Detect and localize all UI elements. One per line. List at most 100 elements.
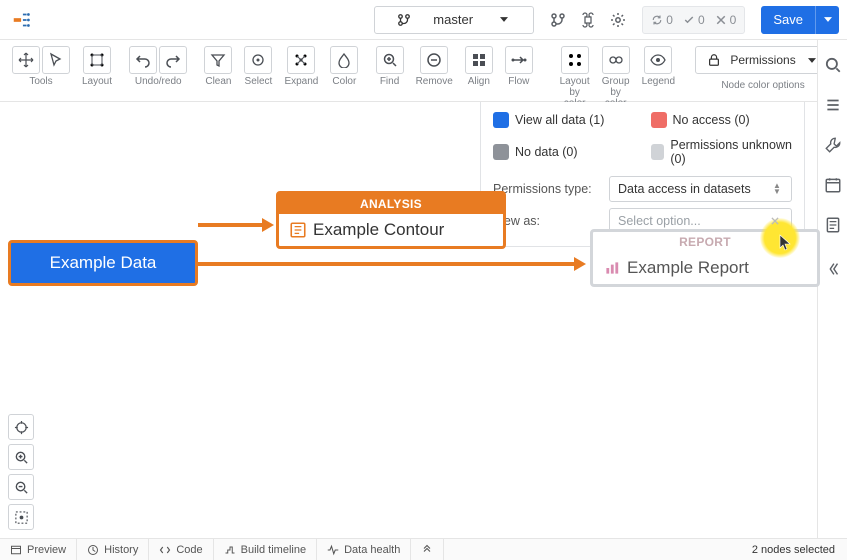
layout-color-icon [567, 52, 583, 68]
save-caret-icon[interactable] [815, 6, 839, 34]
clear-x-icon[interactable] [767, 213, 783, 229]
toolbar-label: Clean [205, 76, 231, 87]
locate-button[interactable] [8, 414, 34, 440]
droplet-button[interactable] [330, 46, 358, 74]
lock-icon [706, 52, 722, 68]
node-title: Example Contour [313, 220, 444, 240]
flow-right-button[interactable] [505, 46, 533, 74]
contour-icon [289, 221, 307, 239]
move-button[interactable] [12, 46, 40, 74]
report-chart-icon [603, 259, 621, 277]
settings-gear-icon[interactable] [610, 12, 626, 28]
target-icon [250, 52, 266, 68]
tab-label: History [104, 544, 138, 556]
expand-nodes-icon [293, 52, 309, 68]
window-icon [10, 544, 22, 556]
zoom-fit-button[interactable] [8, 504, 34, 530]
filter-button[interactable] [204, 46, 232, 74]
save-button-label: Save [761, 6, 815, 34]
toolbar-label: Align [468, 76, 490, 87]
command-icon[interactable] [580, 12, 596, 28]
permissions-type-select[interactable]: Data access in datasets ▲▼ [609, 176, 792, 202]
toolbar-group-gbc: Group by color [598, 46, 634, 109]
target-button[interactable] [244, 46, 272, 74]
permissions-dropdown[interactable]: Permissions [695, 46, 831, 74]
flow-canvas[interactable]: View all data (1) No access (0) No data … [0, 102, 817, 538]
code-icon [159, 544, 171, 556]
main-toolbar: ToolsLayout Undo/redo Clean Select ExpandCol… [0, 40, 847, 102]
expand-nodes-button[interactable] [287, 46, 315, 74]
layout-auto-icon [89, 52, 105, 68]
toolbar-group-layout: Layout [78, 46, 116, 87]
timeline-icon [224, 544, 236, 556]
bottom-expand-button[interactable] [411, 539, 444, 560]
zoom-in-icon [382, 52, 398, 68]
layout-color-button[interactable] [561, 46, 589, 74]
app-logo-icon[interactable] [8, 6, 36, 34]
toolbar-group-legend: Legend [638, 46, 679, 87]
flow-right-icon [511, 52, 527, 68]
view-as-label: View as: [493, 214, 601, 228]
node-header: ANALYSIS [279, 194, 503, 214]
toolbar-group-tools: Tools [8, 46, 74, 87]
bottom-tab-preview[interactable]: Preview [0, 539, 77, 560]
caret-down-icon [483, 12, 525, 28]
view-as-placeholder: Select option... [618, 214, 701, 228]
bottom-tab-timeline[interactable]: Build timeline [214, 539, 317, 560]
branch-icon [383, 12, 425, 28]
grid-button[interactable] [465, 46, 493, 74]
eye-button[interactable] [644, 46, 672, 74]
branch-select[interactable]: master [374, 6, 534, 34]
branch-action-icon[interactable] [550, 12, 566, 28]
arrow-head-icon [574, 257, 586, 271]
node-color-options-label: Node color options [721, 80, 804, 91]
toolbar-group-undo: Undo/redo [125, 46, 191, 87]
selection-status: 2 nodes selected [740, 544, 847, 556]
top-bar: master 0 0 0 Save [0, 0, 847, 40]
search-icon[interactable] [824, 56, 842, 74]
arrow-head-icon [262, 218, 274, 232]
zoom-in-button[interactable] [8, 444, 34, 470]
document-icon[interactable] [824, 216, 842, 234]
undo-button[interactable] [129, 46, 157, 74]
toolbar-label: Legend [642, 76, 675, 87]
edge-data-to-report [198, 262, 576, 266]
toolbar-group-expand: Expand [280, 46, 322, 87]
legend-no-data: No data (0) [493, 138, 635, 166]
tab-label: Build timeline [241, 544, 306, 556]
wrench-icon[interactable] [824, 136, 842, 154]
group-color-icon [608, 52, 624, 68]
droplet-icon [336, 52, 352, 68]
bottom-tab-history[interactable]: History [77, 539, 149, 560]
check-count: 0 [698, 13, 705, 27]
group-color-button[interactable] [602, 46, 630, 74]
bottom-tab-code[interactable]: Code [149, 539, 213, 560]
redo-button[interactable] [159, 46, 187, 74]
toolbar-label: Select [245, 76, 273, 87]
node-example-contour[interactable]: ANALYSIS Example Contour [276, 191, 506, 249]
legend-view-all: View all data (1) [493, 112, 635, 128]
zoom-out-button[interactable] [8, 474, 34, 500]
toolbar-group-color: Color [326, 46, 362, 87]
toolbar-label: Remove [416, 76, 453, 87]
toolbar-group-remove: Remove [412, 46, 457, 87]
list-icon[interactable] [824, 96, 842, 114]
calendar-icon[interactable] [824, 176, 842, 194]
cursor-pointer-icon [778, 234, 792, 252]
bottom-tab-health[interactable]: Data health [317, 539, 411, 560]
node-example-data[interactable]: Example Data [8, 240, 198, 286]
remove-circle-button[interactable] [420, 46, 448, 74]
refresh-count: 0 [666, 13, 673, 27]
permissions-panel: View all data (1) No access (0) No data … [480, 102, 805, 247]
toolbar-label: Undo/redo [135, 76, 182, 87]
legend-no-access: No access (0) [651, 112, 793, 128]
branch-name: master [433, 12, 475, 27]
pointer-arrow-button[interactable] [42, 46, 70, 74]
pulse-icon [327, 544, 339, 556]
layout-auto-button[interactable] [83, 46, 111, 74]
toolbar-label: Find [380, 76, 399, 87]
save-button[interactable]: Save [761, 6, 839, 34]
redo-icon [165, 52, 181, 68]
collapse-panel-icon[interactable] [824, 260, 842, 278]
zoom-in-button[interactable] [376, 46, 404, 74]
